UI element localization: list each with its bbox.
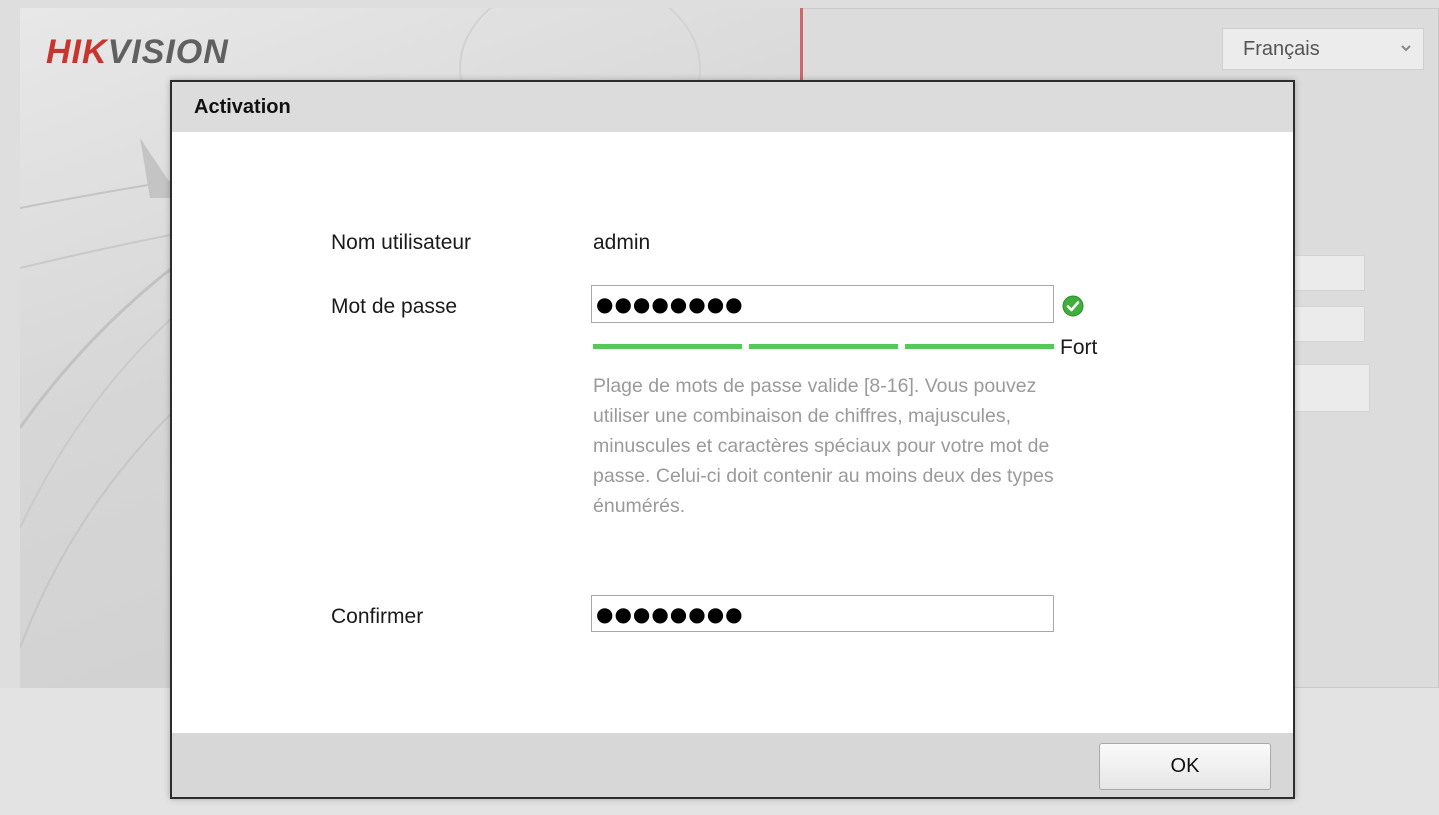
strength-bar-segment-2 — [749, 344, 898, 349]
password-label: Mot de passe — [331, 295, 458, 318]
header-divider — [800, 8, 803, 80]
strength-bar-segment-3 — [905, 344, 1054, 349]
background-password-field — [1290, 306, 1365, 342]
background-username-field — [1290, 255, 1365, 291]
language-select-value: Français — [1243, 37, 1320, 60]
confirm-label: Confirmer — [331, 605, 424, 628]
dialog-title: Activation — [194, 95, 291, 118]
username-value: admin — [593, 231, 651, 254]
background-login-button — [1290, 364, 1370, 412]
strength-bar-segment-1 — [593, 344, 742, 349]
password-input[interactable] — [591, 285, 1054, 323]
dialog-footer: OK — [172, 733, 1293, 797]
ok-button[interactable]: OK — [1099, 743, 1271, 790]
confirm-password-input[interactable] — [591, 595, 1054, 632]
password-hint: Plage de mots de passe valide [8-16]. Vo… — [593, 375, 1054, 517]
username-label: Nom utilisateur — [331, 231, 472, 254]
activation-dialog: Activation Nom utilisateur admin Mot de … — [170, 80, 1295, 799]
language-select[interactable]: Français — [1222, 28, 1424, 70]
dialog-title-bar: Activation — [172, 82, 1293, 132]
hikvision-logo: HIKVISION — [46, 33, 229, 71]
check-circle-icon — [1062, 295, 1084, 317]
chevron-down-icon — [1401, 45, 1411, 52]
strength-label: Fort — [1060, 336, 1098, 359]
